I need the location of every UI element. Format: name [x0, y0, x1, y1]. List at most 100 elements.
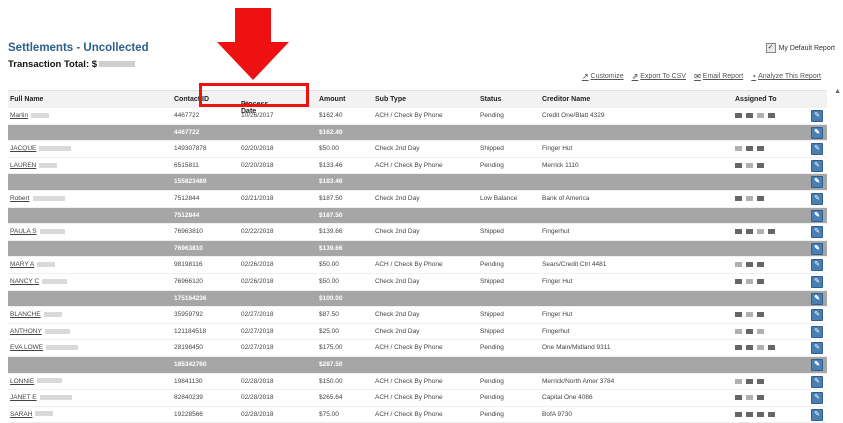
full-name-cell[interactable]: Robert [10, 195, 65, 202]
full-name-cell[interactable]: BLANCHE [10, 311, 62, 318]
redacted-name [39, 145, 72, 151]
full-name-cell[interactable]: Martin [10, 112, 50, 119]
full-name-cell[interactable]: EVA LOWE [10, 344, 79, 351]
full-name-link[interactable]: SARAH [10, 411, 32, 418]
amount-cell: $25.00 [319, 327, 339, 335]
col-sub-type[interactable]: Sub Type [375, 96, 406, 103]
edit-icon[interactable]: ✎ [811, 159, 823, 172]
contact-id-cell: 19841130 [174, 377, 203, 385]
subtotal-contact-id: 175164236 [174, 294, 207, 302]
col-creditor-name[interactable]: Creditor Name [542, 96, 590, 103]
col-assigned-to[interactable]: Assigned To [735, 96, 776, 103]
redacted-name [44, 328, 70, 334]
sub-type-cell: ACH / Check By Phone [375, 377, 443, 385]
full-name-cell[interactable]: MARY A [10, 261, 56, 268]
edit-icon[interactable]: ✎ [811, 143, 823, 156]
creditor-name-cell: Fingerhut [542, 327, 570, 335]
edit-icon[interactable]: ✎ [811, 375, 823, 388]
sub-type-cell: Check 2nd Day [375, 194, 420, 202]
process-date-cell: 02/26/2018 [241, 261, 274, 269]
contact-id-cell: 35959792 [174, 311, 203, 319]
full-name-cell[interactable]: ANTHONY [10, 328, 70, 335]
redacted-assignee [735, 146, 764, 152]
full-name-link[interactable]: BLANCHE [10, 311, 41, 318]
customize-icon: ↗ [581, 72, 589, 81]
analyze-report-link[interactable]: ◔ Analyze This Report [751, 72, 821, 81]
scroll-up-icon[interactable]: ▲ [834, 88, 841, 95]
full-name-link[interactable]: Robert [10, 195, 30, 202]
edit-icon[interactable]: ✎ [811, 309, 823, 322]
edit-icon[interactable]: ✎ [811, 392, 823, 405]
full-name-cell[interactable]: JANET E [10, 394, 72, 401]
edit-icon[interactable]: ✎ [811, 242, 823, 255]
redacted-assignee [735, 195, 764, 201]
process-date-cell: 02/27/2018 [241, 327, 274, 335]
edit-icon[interactable]: ✎ [811, 209, 823, 222]
subtotal-amount: $162.40 [319, 128, 343, 136]
redacted-name [35, 411, 54, 417]
edit-icon[interactable]: ✎ [811, 192, 823, 205]
edit-icon[interactable]: ✎ [811, 292, 823, 305]
full-name-cell[interactable]: JACQUE [10, 145, 72, 152]
subtotal-contact-id: 155823489 [174, 178, 207, 186]
edit-icon[interactable]: ✎ [811, 226, 823, 239]
customize-label: Customize [590, 73, 624, 80]
edit-icon[interactable]: ✎ [811, 325, 823, 338]
contact-id-cell: 28198450 [174, 344, 203, 352]
edit-icon[interactable]: ✎ [811, 408, 823, 421]
full-name-cell[interactable]: LAUREN [10, 162, 58, 169]
my-default-report-toggle[interactable]: ✓ My Default Report [765, 43, 835, 53]
edit-icon[interactable]: ✎ [811, 126, 823, 139]
contact-id-cell: 76963810 [174, 228, 203, 236]
table-row: MARY A 98198116 02/26/2018 $50.00 ACH / Chec… [8, 257, 827, 274]
sub-type-cell: ACH / Check By Phone [375, 344, 443, 352]
export-csv-link[interactable]: ⇗ Export To CSV [632, 72, 686, 81]
full-name-cell[interactable]: SARAH [10, 411, 54, 418]
full-name-link[interactable]: NANCY C [10, 278, 39, 285]
edit-icon[interactable]: ✎ [811, 176, 823, 189]
subtotal-row: 4467722 $162.40 ✎ [8, 124, 827, 142]
full-name-link[interactable]: JACQUE [10, 145, 36, 152]
full-name-link[interactable]: EVA LOWE [10, 344, 43, 351]
full-name-cell[interactable]: LONNIE [10, 378, 63, 385]
subtotal-contact-id: 76963810 [174, 244, 203, 252]
contact-id-cell: 82840239 [174, 394, 203, 402]
table-row: SARAH 19228566 02/28/2018 $75.00 ACH / Check… [8, 407, 827, 423]
table-body: Martin 4467722 10/26/2017 $162.40 ACH / Chec… [8, 108, 827, 423]
envelope-icon: ✉ [694, 72, 701, 81]
col-full-name[interactable]: Full Name [10, 96, 43, 103]
full-name-link[interactable]: JANET E [10, 394, 37, 401]
col-status[interactable]: Status [480, 96, 501, 103]
customize-link[interactable]: ↗ Customize [582, 72, 624, 81]
edit-icon[interactable]: ✎ [811, 259, 823, 272]
full-name-cell[interactable]: PAULA S [10, 228, 65, 235]
edit-icon[interactable]: ✎ [811, 342, 823, 355]
status-cell: Pending [480, 161, 504, 169]
full-name-link[interactable]: LAUREN [10, 162, 36, 169]
full-name-link[interactable]: MARY A [10, 261, 34, 268]
redacted-name [31, 112, 50, 118]
full-name-link[interactable]: ANTHONY [10, 328, 42, 335]
chart-pie-icon: ◔ [751, 72, 757, 81]
contact-id-cell: 4467722 [174, 112, 200, 119]
table-row: EVA LOWE 28198450 02/27/2018 $175.00 ACH / C… [8, 340, 827, 357]
table-header: Full Name Contact ID Process Date Amount… [8, 90, 827, 115]
email-report-link[interactable]: ✉ Email Report [694, 72, 743, 81]
sub-type-cell: Check 2nd Day [375, 145, 420, 153]
full-name-link[interactable]: Martin [10, 112, 28, 119]
edit-icon[interactable]: ✎ [811, 358, 823, 371]
edit-icon[interactable]: ✎ [811, 110, 823, 122]
full-name-link[interactable]: PAULA S [10, 228, 37, 235]
status-cell: Shipped [480, 228, 504, 236]
redacted-assignee [735, 278, 764, 284]
col-amount[interactable]: Amount [319, 96, 345, 103]
redacted-assignee [735, 312, 764, 318]
sub-type-cell: ACH / Check By Phone [375, 112, 443, 119]
sub-type-cell: Check 2nd Day [375, 228, 420, 236]
my-default-report-checkbox[interactable]: ✓ [765, 43, 776, 53]
creditor-name-cell: Bank of America [542, 194, 590, 202]
full-name-cell[interactable]: NANCY C [10, 278, 68, 285]
full-name-link[interactable]: LONNIE [10, 378, 34, 385]
edit-icon[interactable]: ✎ [811, 275, 823, 288]
table-row: JACQUE 149307878 02/20/2018 $50.00 Check 2nd… [8, 141, 827, 158]
